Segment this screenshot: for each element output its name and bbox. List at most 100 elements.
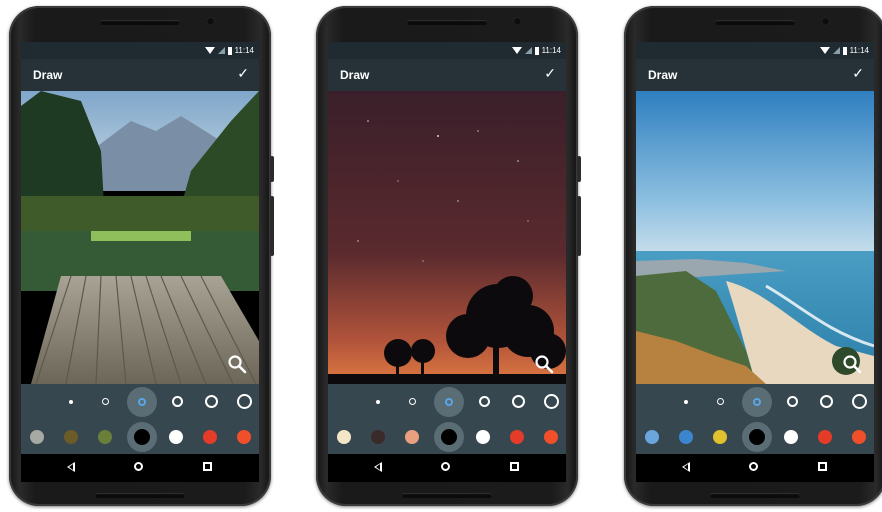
bottom-speaker [402, 493, 492, 498]
color-palette-bar [21, 420, 259, 454]
recents-icon[interactable] [510, 462, 519, 471]
brush-size-1[interactable] [376, 400, 380, 404]
brush-size-3-ring [753, 398, 761, 406]
nav-bar [636, 454, 874, 482]
status-time: 11:14 [234, 46, 254, 55]
color-swatch[interactable] [337, 430, 351, 444]
night-sky-photo [328, 91, 566, 384]
wifi-icon [819, 47, 830, 54]
color-swatch[interactable] [645, 430, 659, 444]
phone-1: 11:14 Draw ✓ [9, 6, 274, 506]
brush-size-6[interactable] [237, 394, 252, 409]
signal-icon [832, 47, 840, 54]
color-swatch[interactable] [818, 430, 832, 444]
back-icon[interactable] [67, 462, 75, 472]
check-icon[interactable]: ✓ [544, 65, 556, 82]
earpiece-speaker [100, 20, 180, 25]
brush-size-4[interactable] [172, 396, 183, 407]
status-bar: 11:14 [328, 42, 566, 59]
color-swatch[interactable] [64, 430, 78, 444]
check-icon[interactable]: ✓ [852, 65, 864, 82]
magnifier-icon[interactable] [534, 354, 554, 374]
recents-icon[interactable] [818, 462, 827, 471]
screen: 11:14 Draw ✓ [21, 42, 259, 482]
brush-size-bar [21, 384, 259, 420]
color-swatch[interactable] [713, 430, 727, 444]
status-time: 11:14 [849, 46, 869, 55]
color-swatch[interactable] [30, 430, 44, 444]
color-swatch[interactable] [203, 430, 217, 444]
screen: 11:14 Draw ✓ [636, 42, 874, 482]
brush-size-6[interactable] [544, 394, 559, 409]
app-bar: Draw ✓ [328, 59, 566, 91]
front-camera [513, 17, 522, 26]
brush-size-1[interactable] [684, 400, 688, 404]
color-swatch[interactable] [784, 430, 798, 444]
brush-size-2[interactable] [409, 398, 416, 405]
color-swatch[interactable] [371, 430, 385, 444]
battery-icon [842, 46, 847, 55]
app-title: Draw [648, 68, 678, 82]
battery-icon [534, 46, 539, 55]
drawing-canvas-photo[interactable] [328, 91, 566, 384]
power-button [270, 156, 274, 182]
recents-icon[interactable] [203, 462, 212, 471]
brush-size-bar [636, 384, 874, 420]
app-bar: Draw ✓ [636, 59, 874, 91]
color-swatch[interactable] [237, 430, 251, 444]
color-swatch[interactable] [98, 430, 112, 444]
status-bar: 11:14 [636, 42, 874, 59]
drawing-canvas-photo[interactable] [21, 91, 259, 384]
earpiece-speaker [407, 20, 487, 25]
magnifier-icon[interactable] [842, 354, 862, 374]
magnifier-icon[interactable] [227, 354, 247, 374]
color-swatch[interactable] [852, 430, 866, 444]
front-camera [821, 17, 830, 26]
power-button [577, 156, 581, 182]
brush-size-5[interactable] [512, 395, 525, 408]
volume-button [270, 196, 274, 256]
phone-3: 11:14 Draw ✓ [624, 6, 882, 506]
check-icon[interactable]: ✓ [237, 65, 249, 82]
phone-2: 11:14 Draw ✓ [316, 6, 581, 506]
brush-size-5[interactable] [820, 395, 833, 408]
screen: 11:14 Draw ✓ [328, 42, 566, 482]
color-swatch [441, 429, 457, 445]
brush-size-5[interactable] [205, 395, 218, 408]
signal-icon [524, 47, 532, 54]
color-swatch[interactable] [476, 430, 490, 444]
home-icon[interactable] [441, 462, 450, 471]
color-swatch[interactable] [544, 430, 558, 444]
app-bar: Draw ✓ [21, 59, 259, 91]
wifi-icon [511, 47, 522, 54]
bottom-speaker [710, 493, 800, 498]
nav-bar [328, 454, 566, 482]
back-icon[interactable] [682, 462, 690, 472]
status-bar: 11:14 [21, 42, 259, 59]
brush-size-1[interactable] [69, 400, 73, 404]
color-swatch[interactable] [169, 430, 183, 444]
back-icon[interactable] [374, 462, 382, 472]
color-swatch[interactable] [679, 430, 693, 444]
color-swatch[interactable] [405, 430, 419, 444]
brush-size-2[interactable] [717, 398, 724, 405]
color-swatch[interactable] [510, 430, 524, 444]
drawing-canvas-photo[interactable] [636, 91, 874, 384]
color-swatch [749, 429, 765, 445]
brush-size-3-ring [445, 398, 453, 406]
earpiece-speaker [715, 20, 795, 25]
brush-size-4[interactable] [787, 396, 798, 407]
battery-icon [227, 46, 232, 55]
brush-size-2[interactable] [102, 398, 109, 405]
brush-size-bar [328, 384, 566, 420]
nav-bar [21, 454, 259, 482]
color-palette-bar [636, 420, 874, 454]
mountain-lake-photo [21, 91, 259, 384]
home-icon[interactable] [134, 462, 143, 471]
front-camera [206, 17, 215, 26]
wifi-icon [204, 47, 215, 54]
color-palette-bar [328, 420, 566, 454]
home-icon[interactable] [749, 462, 758, 471]
brush-size-4[interactable] [479, 396, 490, 407]
brush-size-6[interactable] [852, 394, 867, 409]
